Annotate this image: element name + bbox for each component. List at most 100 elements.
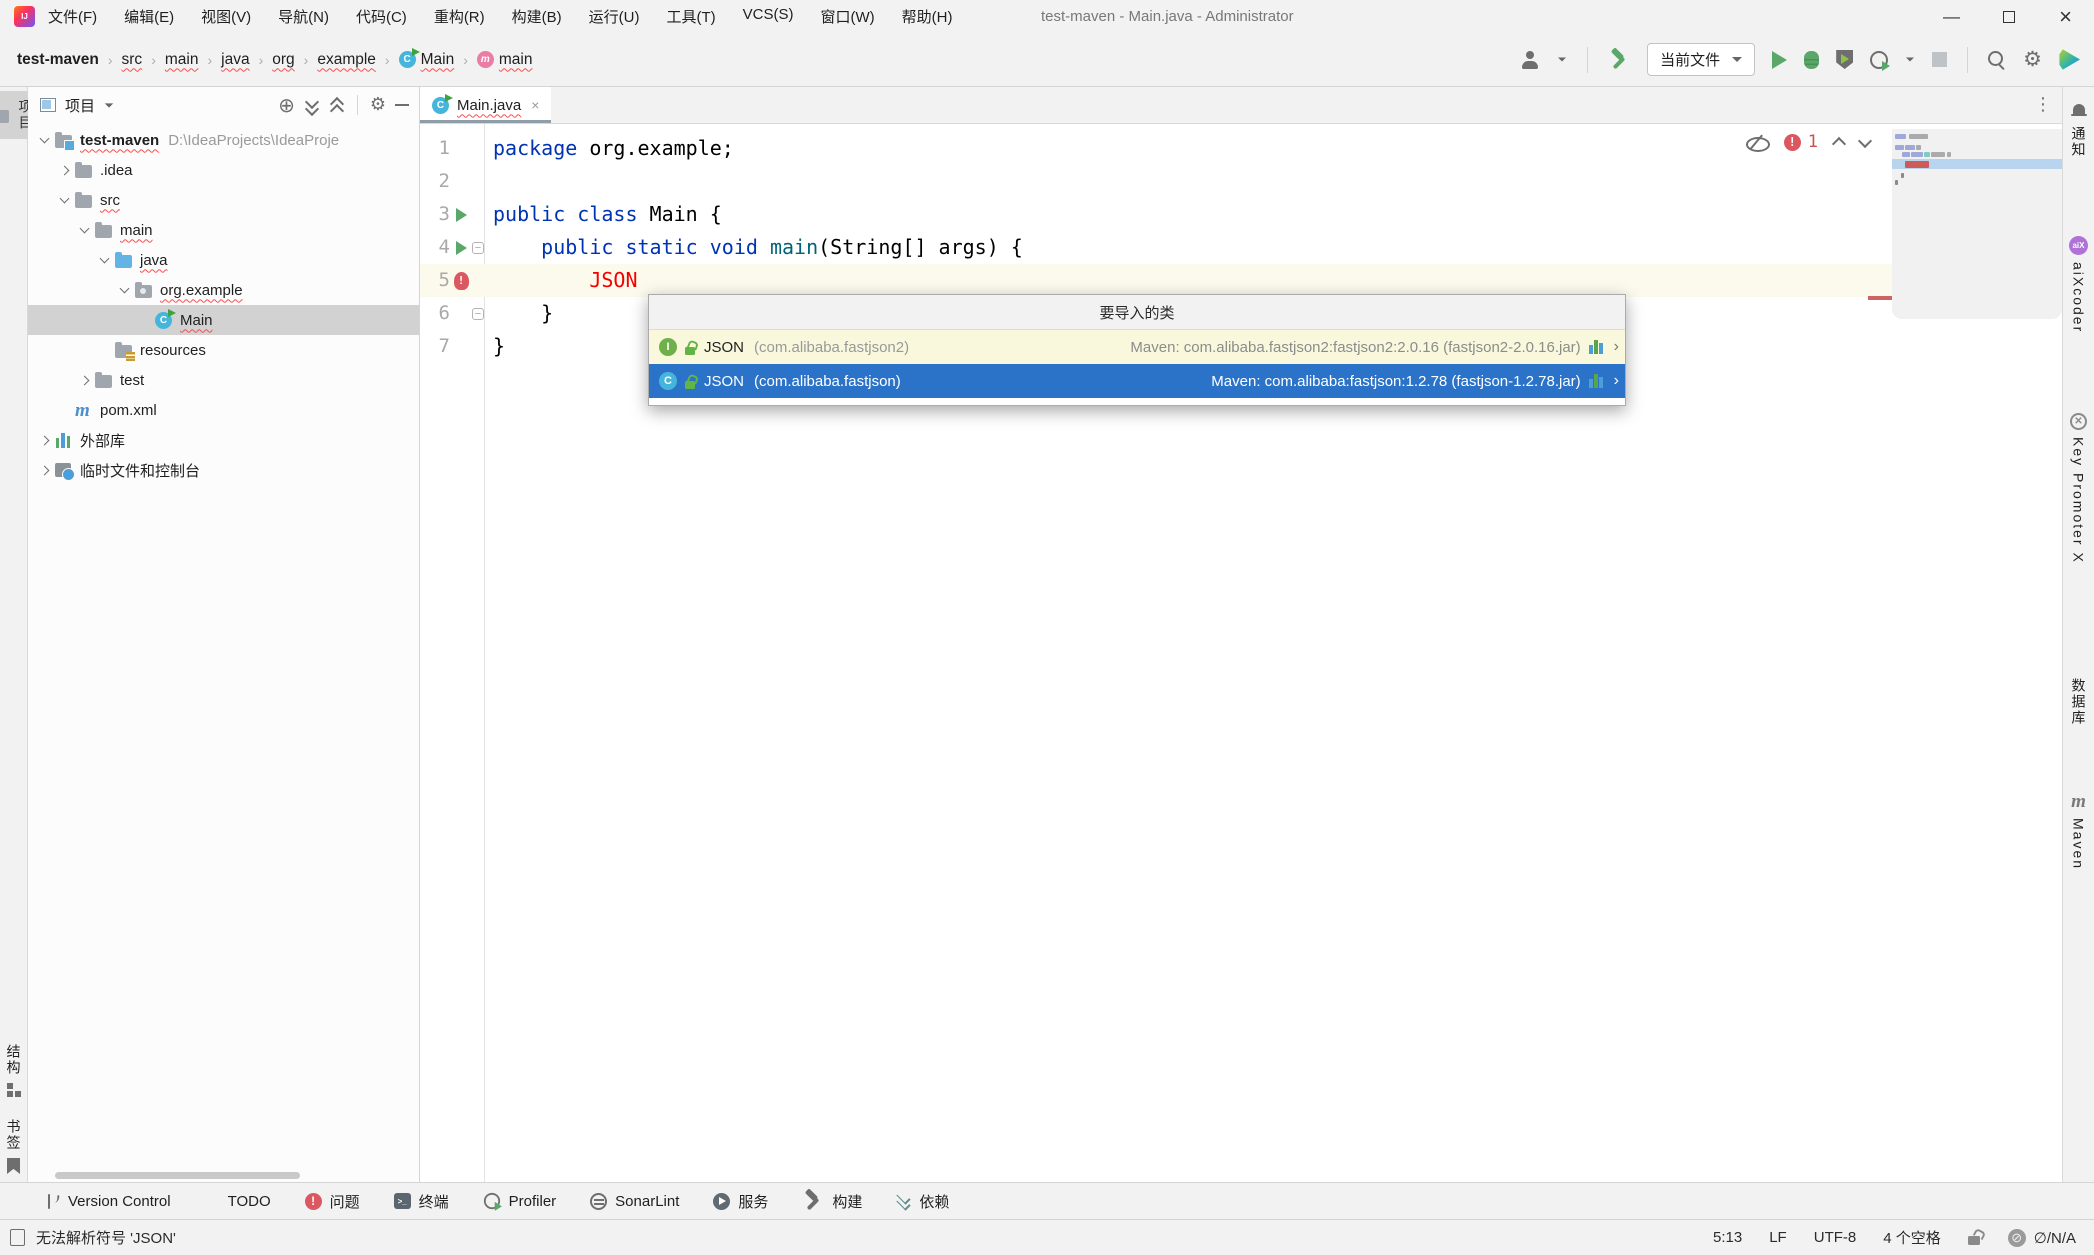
editor-body[interactable]: 1package org.example;23public class Main… — [420, 124, 2062, 1182]
tool-stripe-item-结构[interactable]: 结构 — [4, 1044, 24, 1097]
toolwindow-button-Profiler[interactable]: Profiler — [483, 1192, 557, 1210]
menu-item[interactable]: 重构(R) — [434, 6, 485, 27]
status-window-icon[interactable] — [10, 1229, 25, 1246]
menu-item[interactable]: 工具(T) — [666, 6, 715, 27]
profiler-button[interactable] — [1870, 51, 1888, 69]
caret-position[interactable]: 5:13 — [1713, 1229, 1742, 1246]
fold-marker-icon[interactable]: – — [472, 308, 484, 320]
tree-chevron-closed-icon[interactable] — [53, 156, 75, 184]
aixcoder-logo-icon[interactable] — [2059, 49, 2080, 70]
tree-item-.idea[interactable]: .idea — [28, 155, 419, 185]
indent-setting[interactable]: 4 个空格 — [1883, 1227, 1941, 1248]
toolwindow-button-依赖[interactable]: 依赖 — [896, 1191, 949, 1212]
menu-item[interactable]: 文件(F) — [48, 6, 97, 27]
run-line-icon[interactable] — [456, 208, 467, 222]
breadcrumb-item[interactable]: test-maven — [17, 51, 99, 69]
breadcrumb-item[interactable]: example — [317, 51, 376, 69]
expand-all-icon[interactable] — [304, 97, 320, 113]
tool-stripe-item-书签[interactable]: 书签 — [4, 1119, 24, 1174]
tree-chevron-open-icon[interactable] — [73, 216, 95, 244]
tree-item-src[interactable]: src — [28, 185, 419, 215]
more-options-icon[interactable]: ⋮ — [2034, 96, 2052, 114]
project-view-dropdown-icon[interactable] — [105, 103, 114, 107]
menu-item[interactable]: VCS(S) — [743, 6, 794, 27]
code-line-5[interactable]: 5! JSON — [420, 264, 2062, 297]
run-button[interactable] — [1772, 51, 1787, 69]
prev-error-icon[interactable] — [1832, 137, 1846, 151]
tree-item-test[interactable]: test — [28, 365, 419, 395]
search-everywhere-icon[interactable] — [1988, 51, 2006, 69]
tree-chevron-closed-icon[interactable] — [33, 426, 55, 454]
minimize-button[interactable]: — — [1923, 0, 1980, 33]
toolwindow-button-Version Control[interactable]: Version Control — [46, 1193, 171, 1210]
code-line-3[interactable]: 3public class Main { — [420, 198, 2062, 231]
line-ending[interactable]: LF — [1769, 1229, 1787, 1246]
next-error-icon[interactable] — [1858, 134, 1872, 148]
tree-item-resources[interactable]: resources — [28, 335, 419, 365]
toolwindow-button-TODO[interactable]: TODO — [205, 1193, 271, 1210]
toolwindow-button-SonarLint[interactable]: SonarLint — [590, 1193, 679, 1210]
menu-item[interactable]: 帮助(H) — [902, 6, 953, 27]
tool-stripe-item-Key Promoter X[interactable]: ✕Key Promoter X — [2070, 413, 2087, 564]
tab-close-icon[interactable]: × — [531, 97, 539, 113]
breadcrumb-item[interactable]: org — [272, 51, 294, 69]
build-hammer-icon[interactable] — [1608, 49, 1630, 71]
locate-file-icon[interactable]: ⊕ — [278, 95, 295, 115]
tool-stripe-item-aiXcoder[interactable]: aiXaiXcoder — [2069, 236, 2088, 333]
tool-stripe-item-数据库[interactable]: 数据库 — [2069, 656, 2089, 726]
tool-stripe-item-通知[interactable]: 通知 — [2069, 103, 2089, 158]
hide-panel-icon[interactable] — [395, 104, 409, 106]
tree-item-main[interactable]: main — [28, 215, 419, 245]
profiler-dropdown-icon[interactable] — [1906, 58, 1914, 62]
tree-chevron-closed-icon[interactable] — [33, 456, 55, 484]
maximize-button[interactable] — [1980, 0, 2037, 33]
breadcrumb-item[interactable]: main — [165, 51, 199, 69]
code-line-2[interactable]: 2 — [420, 165, 2062, 198]
close-button[interactable]: × — [2037, 0, 2094, 33]
file-encoding[interactable]: UTF-8 — [1814, 1229, 1857, 1246]
tree-chevron-open-icon[interactable] — [53, 186, 75, 214]
collapse-all-icon[interactable] — [329, 97, 345, 113]
breadcrumb-item[interactable]: src — [122, 51, 143, 69]
tab-main-java[interactable]: C Main.java × — [420, 87, 551, 123]
tree-item-pom.xml[interactable]: mpom.xml — [28, 395, 419, 425]
toolwindow-button-问题[interactable]: !问题 — [305, 1191, 360, 1212]
menu-item[interactable]: 窗口(W) — [820, 6, 874, 27]
highlighting-level-icon[interactable] — [1746, 135, 1768, 150]
tree-chevron-closed-icon[interactable] — [73, 366, 95, 394]
project-hscrollbar[interactable] — [55, 1172, 300, 1179]
submenu-arrow-icon[interactable]: › — [1614, 338, 1619, 356]
tree-chevron-open-icon[interactable] — [93, 246, 115, 274]
project-panel-title[interactable]: 项目 — [65, 95, 95, 116]
run-line-icon[interactable] — [456, 241, 467, 255]
error-counter[interactable]: ! 1 — [1784, 132, 1818, 152]
submenu-arrow-icon[interactable]: › — [1614, 372, 1619, 390]
menu-item[interactable]: 运行(U) — [589, 6, 640, 27]
run-config-selector[interactable]: 当前文件 — [1647, 43, 1755, 76]
user-dropdown-icon[interactable] — [1558, 58, 1566, 62]
tree-chevron-open-icon[interactable] — [33, 126, 55, 154]
tree-item-test-maven[interactable]: test-mavenD:\IdeaProjects\IdeaProje — [28, 125, 419, 155]
error-bulb-icon[interactable]: ! — [454, 272, 469, 290]
code-minimap[interactable] — [1892, 129, 2062, 319]
settings-gear-icon[interactable]: ⚙ — [2023, 49, 2042, 70]
breadcrumb-item[interactable]: mmain — [477, 51, 533, 69]
breadcrumb-item[interactable]: java — [221, 51, 249, 69]
tree-item-java[interactable]: java — [28, 245, 419, 275]
toolwindow-button-终端[interactable]: >_终端 — [394, 1191, 449, 1212]
tree-item-临时文件和控制台[interactable]: 临时文件和控制台 — [28, 455, 419, 485]
import-option-com.alibaba.fastjson[interactable]: CJSON(com.alibaba.fastjson)Maven: com.al… — [649, 364, 1625, 398]
tree-chevron-open-icon[interactable] — [113, 276, 135, 304]
menu-item[interactable]: 代码(C) — [356, 6, 407, 27]
tree-item-Main[interactable]: CMain — [28, 305, 419, 335]
write-access-unlock-icon[interactable] — [1968, 1230, 1981, 1245]
import-option-com.alibaba.fastjson2[interactable]: IJSON(com.alibaba.fastjson2)Maven: com.a… — [649, 330, 1625, 364]
coverage-widget[interactable]: ⊘ ∅/N/A — [2008, 1229, 2076, 1247]
tool-stripe-item-Maven[interactable]: mMaven — [2071, 792, 2087, 870]
menu-item[interactable]: 导航(N) — [278, 6, 329, 27]
menu-item[interactable]: 构建(B) — [512, 6, 562, 27]
tree-item-外部库[interactable]: 外部库 — [28, 425, 419, 455]
stop-button[interactable] — [1932, 52, 1947, 67]
menu-item[interactable]: 视图(V) — [201, 6, 251, 27]
coverage-button[interactable] — [1836, 50, 1853, 69]
